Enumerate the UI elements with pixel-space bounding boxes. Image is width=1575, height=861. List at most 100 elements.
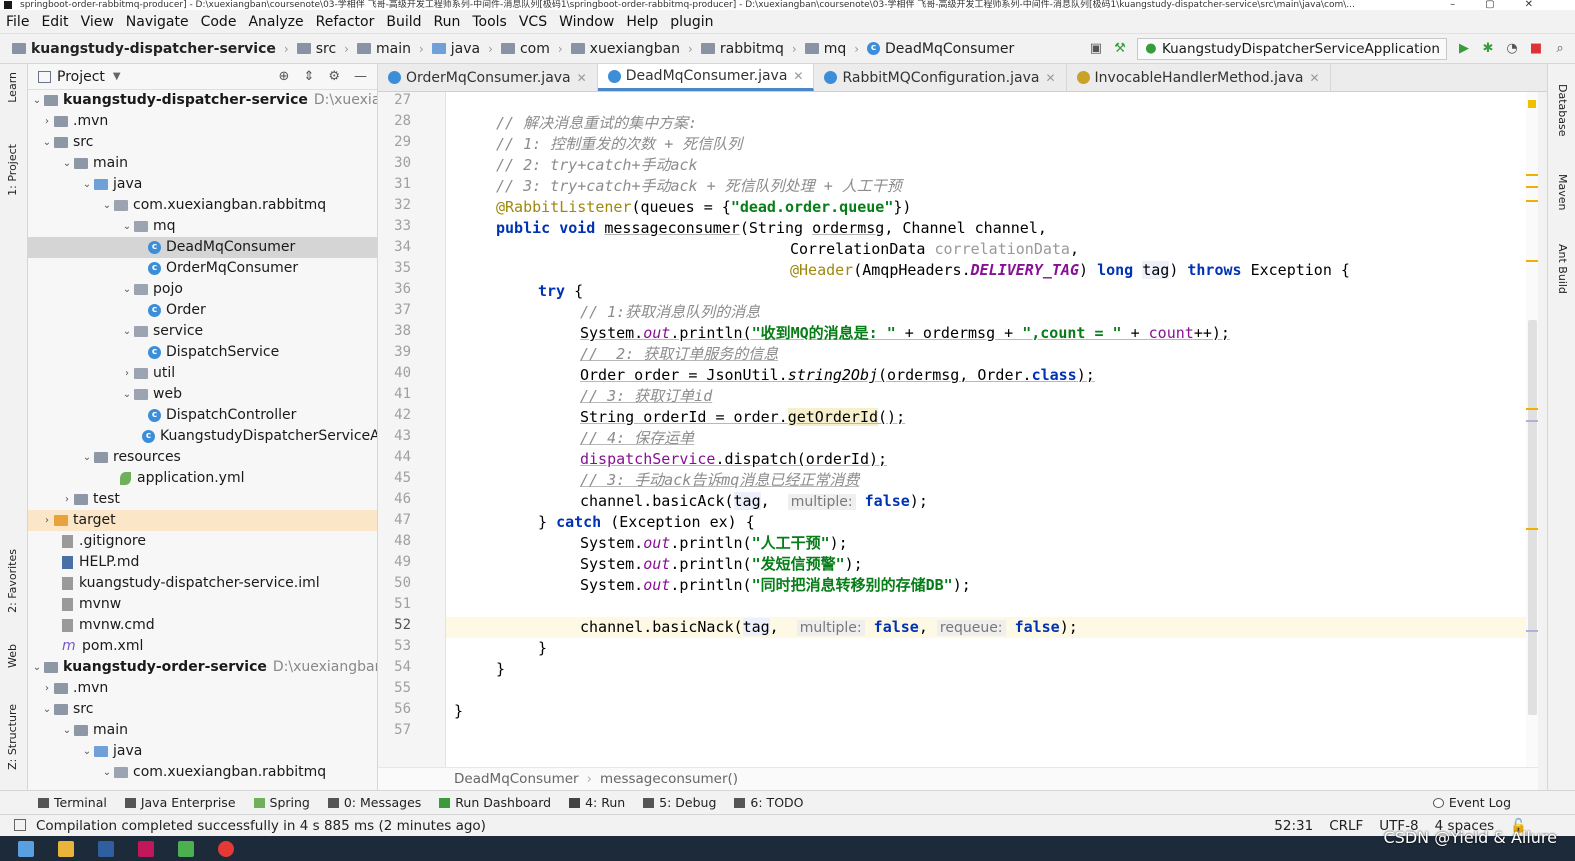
tree-item-folder[interactable]: › .mvn — [28, 678, 377, 699]
tree-item-folder[interactable]: ⌄ resources — [28, 447, 377, 468]
tree-item-class[interactable]: c DispatchService — [28, 342, 377, 363]
usage-stripe[interactable] — [1526, 420, 1538, 422]
tab-ordermqconsumer[interactable]: OrderMqConsumer.java ✕ — [378, 64, 598, 91]
debug-icon[interactable]: ✱ — [1481, 42, 1495, 56]
warning-stripe[interactable] — [1526, 186, 1538, 188]
tree-item-folder[interactable]: ⌄ main — [28, 153, 377, 174]
menu-help[interactable]: Help — [626, 14, 658, 30]
tool-todo[interactable]: 6: TODO — [734, 795, 804, 810]
layout-icon[interactable]: ▣ — [1089, 42, 1103, 56]
tool-debug[interactable]: 5: Debug — [643, 795, 716, 810]
chrome-icon[interactable] — [218, 841, 234, 857]
warning-stripe[interactable] — [1526, 174, 1538, 176]
warning-stripe[interactable] — [1526, 200, 1538, 202]
crumb-main[interactable]: main — [376, 41, 411, 57]
tool-java-enterprise[interactable]: Java Enterprise — [124, 795, 236, 810]
tree-item-package[interactable]: ⌄ com.xuexiangban.rabbitmq — [28, 762, 377, 783]
search-icon[interactable]: ⌕ — [1553, 42, 1567, 56]
tree-item-package[interactable]: ⌄ pojo — [28, 279, 377, 300]
tree-item-folder[interactable]: ⌄ java — [28, 174, 377, 195]
menu-file[interactable]: File — [6, 14, 29, 30]
tree-item-folder[interactable]: › .mvn — [28, 111, 377, 132]
stop-icon[interactable]: ■ — [1529, 42, 1543, 56]
tool-spring[interactable]: Spring — [253, 795, 310, 810]
tree-item-folder[interactable]: ⌄ src — [28, 132, 377, 153]
menu-view[interactable]: View — [81, 14, 114, 30]
tree-item-module[interactable]: ⌄kuangstudy-dispatcher-serviceD:\xuexian… — [28, 90, 377, 111]
menu-edit[interactable]: Edit — [41, 14, 68, 30]
minimize-icon[interactable]: — — [354, 69, 367, 84]
tool-maven[interactable]: Maven — [1556, 174, 1569, 210]
crumb-class[interactable]: DeadMqConsumer — [885, 41, 1014, 57]
tree-item-class[interactable]: c DispatchController — [28, 405, 377, 426]
app-taskbar-icon[interactable] — [178, 841, 194, 857]
tree-item-class[interactable]: c OrderMqConsumer — [28, 258, 377, 279]
tool-database[interactable]: Database — [1556, 84, 1569, 137]
tree-item-folder[interactable]: ⌄ src — [28, 699, 377, 720]
line-separator[interactable]: CRLF — [1329, 818, 1363, 834]
tree-item-file[interactable]: kuangstudy-dispatcher-service.iml — [28, 573, 377, 594]
menu-tools[interactable]: Tools — [472, 14, 507, 30]
crumb-mq[interactable]: mq — [824, 41, 847, 57]
intellij-taskbar-icon[interactable] — [138, 841, 154, 857]
breadcrumb-class[interactable]: DeadMqConsumer — [454, 771, 579, 787]
menu-build[interactable]: Build — [386, 14, 421, 30]
caret-position[interactable]: 52:31 — [1274, 818, 1313, 834]
status-toggle-icon[interactable] — [14, 819, 26, 831]
tree-item-package[interactable]: ⌄ service — [28, 321, 377, 342]
menu-plugin[interactable]: plugin — [670, 14, 713, 30]
menu-navigate[interactable]: Navigate — [126, 14, 189, 30]
crumb-java[interactable]: java — [451, 41, 480, 57]
tool-structure[interactable]: Z: Structure — [6, 704, 19, 770]
tree-item-file[interactable]: mvnw.cmd — [28, 615, 377, 636]
menu-code[interactable]: Code — [201, 14, 237, 30]
tree-item-folder[interactable]: › test — [28, 489, 377, 510]
menu-analyze[interactable]: Analyze — [248, 14, 303, 30]
tree-item-file[interactable]: mvnw — [28, 594, 377, 615]
close-icon[interactable]: ✕ — [1309, 71, 1319, 85]
tree-item-file[interactable]: m pom.xml — [28, 636, 377, 657]
windows-start-icon[interactable] — [18, 841, 34, 857]
tree-item-folder[interactable]: › target — [28, 510, 377, 531]
tab-deadmqconsumer[interactable]: DeadMqConsumer.java ✕ — [597, 64, 815, 91]
tree-item-class-selected[interactable]: c DeadMqConsumer — [28, 237, 377, 258]
inspection-status-icon[interactable] — [1528, 100, 1536, 108]
tree-item-file[interactable]: .gitignore — [28, 531, 377, 552]
tool-ant-build[interactable]: Ant Build — [1556, 244, 1569, 294]
tree-item-package[interactable]: ⌄ web — [28, 384, 377, 405]
crumb-module[interactable]: kuangstudy-dispatcher-service — [31, 41, 276, 57]
menu-refactor[interactable]: Refactor — [316, 14, 375, 30]
tool-favorites[interactable]: 2: Favorites — [6, 549, 19, 613]
menu-run[interactable]: Run — [434, 14, 461, 30]
tool-event-log[interactable]: Event Log — [1432, 795, 1511, 810]
warning-stripe[interactable] — [1526, 260, 1538, 262]
tab-rabbitmqconfiguration[interactable]: RabbitMQConfiguration.java ✕ — [814, 64, 1067, 91]
code-editor[interactable]: 27 28 29 30 31 32 33 34 35 36 37 38 39 4… — [378, 92, 1538, 767]
tree-item-folder[interactable]: ⌄ java — [28, 741, 377, 762]
tree-item-package[interactable]: ⌄ com.xuexiangban.rabbitmq — [28, 195, 377, 216]
tab-invocablehandlermethod[interactable]: InvocableHandlerMethod.java ✕ — [1067, 64, 1331, 91]
warning-stripe[interactable] — [1526, 528, 1538, 530]
breadcrumb-method[interactable]: messageconsumer() — [600, 771, 738, 787]
tool-project[interactable]: 1: Project — [6, 144, 19, 196]
tree-item-file[interactable]: HELP.md — [28, 552, 377, 573]
tool-run-dashboard[interactable]: Run Dashboard — [439, 795, 551, 810]
close-icon[interactable]: ✕ — [1045, 71, 1055, 85]
project-panel-title[interactable]: Project — [57, 69, 105, 85]
tree-item-file[interactable]: application.yml — [28, 468, 377, 489]
coverage-icon[interactable]: ◔ — [1505, 42, 1519, 56]
tree-item-class[interactable]: cKuangstudyDispatcherServiceApplic — [28, 426, 377, 447]
locate-icon[interactable]: ⊕ — [279, 69, 290, 84]
tree-item-folder[interactable]: ⌄ main — [28, 720, 377, 741]
menu-vcs[interactable]: VCS — [519, 14, 547, 30]
tree-item-class[interactable]: c Order — [28, 300, 377, 321]
build-hammer-icon[interactable]: ⚒ — [1113, 42, 1127, 56]
run-configuration-select[interactable]: ● KuangstudyDispatcherServiceApplication — [1136, 38, 1447, 60]
chevron-down-icon[interactable]: ▼ — [113, 71, 121, 82]
usage-stripe[interactable] — [1526, 630, 1538, 632]
tree-item-module[interactable]: ⌄kuangstudy-order-serviceD:\xuexiangban\… — [28, 657, 377, 678]
gear-icon[interactable]: ⚙ — [328, 69, 340, 84]
tree-item-package[interactable]: ⌄ mq — [28, 216, 377, 237]
scrollbar-thumb[interactable] — [1528, 320, 1537, 715]
status-message[interactable]: Compilation completed successfully in 4 … — [36, 818, 486, 834]
